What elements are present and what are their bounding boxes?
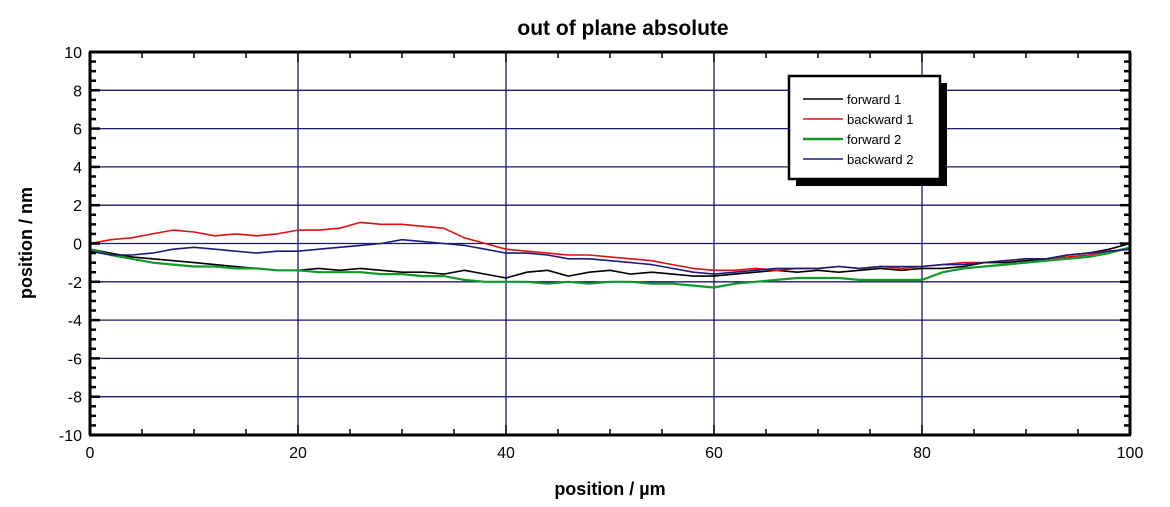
grid	[90, 52, 1130, 435]
y-tick-label: 2	[73, 198, 82, 215]
x-axis-label: position / µm	[554, 479, 665, 499]
y-tick-label: 0	[73, 237, 82, 254]
y-tick-label: -8	[68, 390, 82, 407]
series-lines	[89, 221, 1131, 289]
y-tick-label: 10	[64, 45, 82, 62]
x-tick-label: 60	[705, 445, 723, 462]
y-tick-label: 8	[73, 83, 82, 100]
legend-item-forward-2-label: forward 2	[847, 132, 901, 147]
x-tick-label: 20	[289, 445, 307, 462]
tick-labels: -10-8-6-4-202468100 20 40 60 80 100	[59, 45, 1144, 462]
y-tick-label: 6	[73, 122, 82, 139]
x-tick-label: 80	[913, 445, 931, 462]
line-chart: -10-8-6-4-202468100 20 40 60 80 100 out of pl…	[16, 17, 1144, 499]
y-tick-label: -2	[68, 275, 82, 292]
x-tick-label: 100	[1117, 445, 1144, 462]
y-axis-label: position / nm	[16, 187, 36, 299]
x-tick-label: 0	[86, 445, 95, 462]
legend-item-backward-1-label: backward 1	[847, 112, 913, 127]
y-tick-label: -4	[68, 313, 82, 330]
y-tick-label: -6	[68, 351, 82, 368]
legend-item-forward-1-label: forward 1	[847, 92, 901, 107]
x-tick-label: 40	[497, 445, 515, 462]
y-tick-label: -10	[59, 428, 82, 445]
chart-title: out of plane absolute	[517, 17, 728, 40]
legend-item-backward-2-label: backward 2	[847, 152, 913, 167]
y-tick-label: 4	[73, 160, 82, 177]
legend: forward 1 backward 1 forward 2 backward 2	[787, 74, 947, 186]
